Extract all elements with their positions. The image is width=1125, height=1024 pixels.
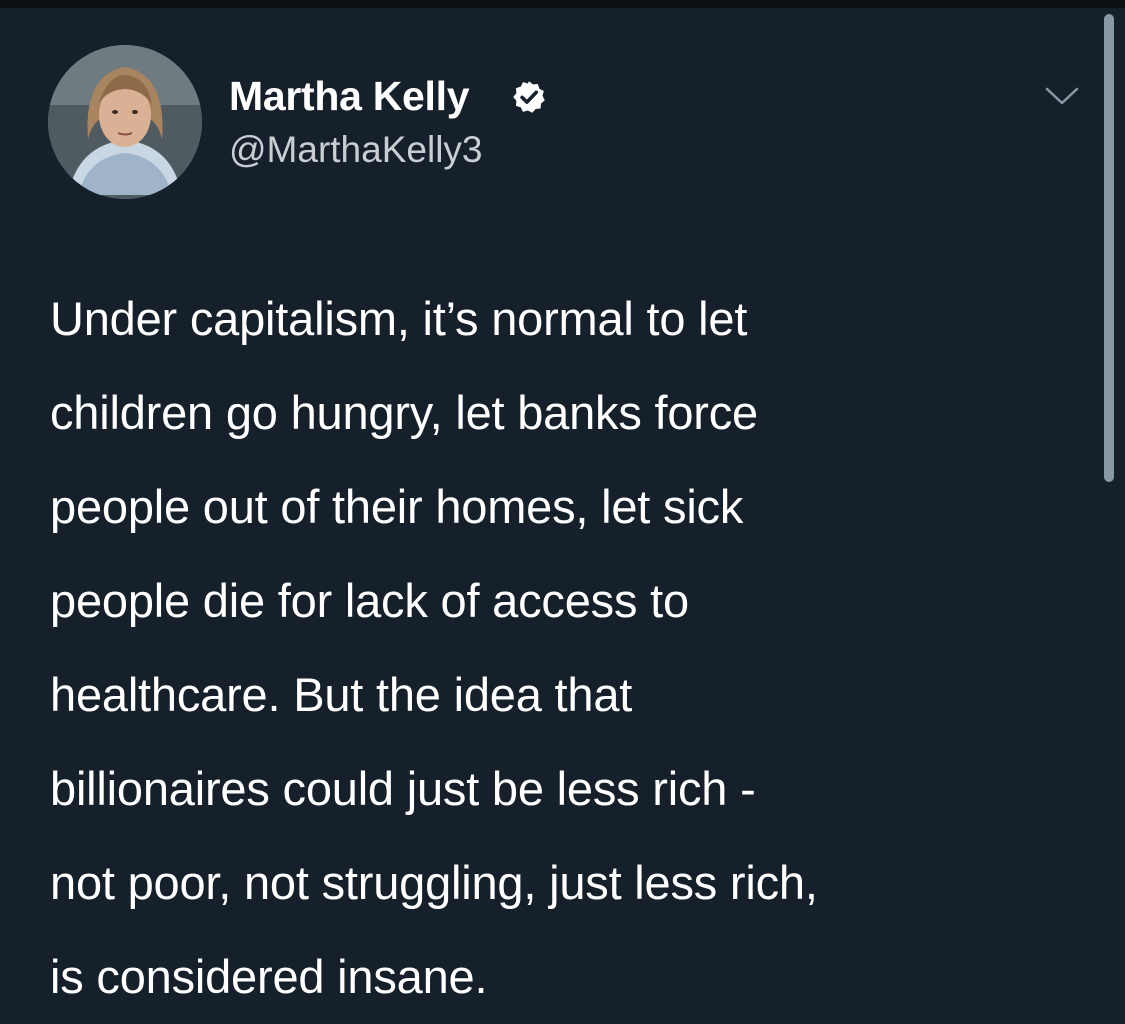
tweet-line: not poor, not struggling, just less rich…	[50, 856, 818, 909]
tweet-line: is considered insane.	[50, 950, 488, 1003]
author-name[interactable]: Martha Kelly	[229, 72, 470, 120]
author-handle[interactable]: @MarthaKelly3	[229, 128, 483, 172]
tweet-line: Under capitalism, it’s normal to let	[50, 292, 748, 345]
tweet-line: healthcare. But the idea that	[50, 668, 633, 721]
avatar[interactable]	[48, 45, 202, 199]
top-border	[0, 0, 1125, 8]
verified-badge-icon	[513, 81, 545, 113]
scrollbar[interactable]	[1104, 14, 1114, 482]
tweet-text: Under capitalism, it’s normal to let chi…	[50, 272, 1090, 1024]
tweet-line: people out of their homes, let sick	[50, 480, 744, 533]
tweet-line: people die for lack of access to	[50, 574, 689, 627]
chevron-down-icon[interactable]	[1044, 84, 1080, 108]
tweet-line: children go hungry, let banks force	[50, 386, 758, 439]
avatar-image	[48, 45, 202, 199]
tweet-line: billionaires could just be less rich -	[50, 762, 756, 815]
